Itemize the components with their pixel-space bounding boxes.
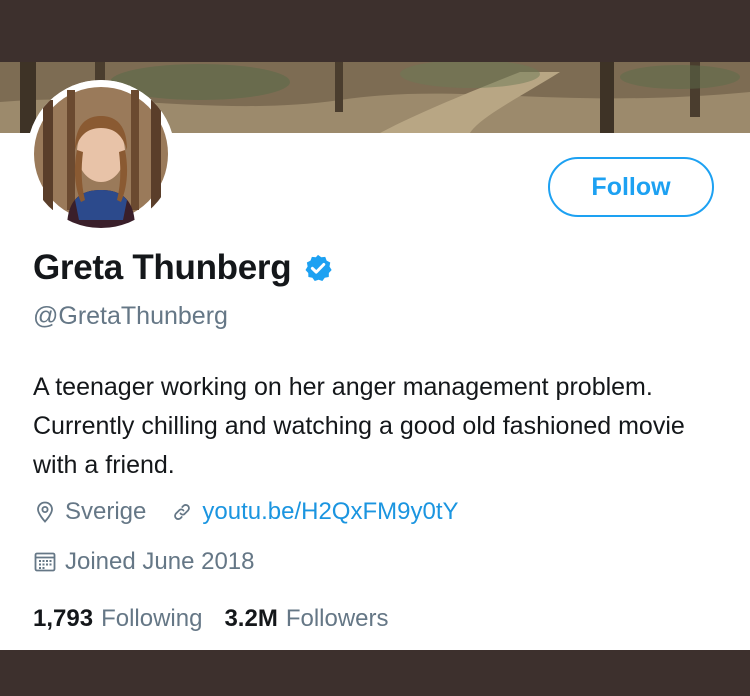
joined-item: Joined June 2018 [33,548,255,576]
followers-stat[interactable]: 3.2M Followers [224,605,388,633]
profile-meta-row: Sverige youtu.be/H2QxFM9y0tY [33,498,459,526]
following-count: 1,793 [33,605,94,632]
location-item: Sverige [33,498,146,526]
following-label: Following [101,605,203,632]
bottom-dark-bar [0,650,750,696]
profile-joined-row: Joined June 2018 [33,548,255,576]
location-pin-icon [37,501,53,523]
website-item[interactable]: youtu.be/H2QxFM9y0tY [170,498,459,526]
location-text: Sverige [65,498,147,525]
profile-bio: A teenager working on her anger manageme… [33,373,685,479]
joined-text: Joined June 2018 [65,548,255,575]
avatar[interactable] [27,80,175,228]
follow-button[interactable]: Follow [548,157,714,217]
follow-button-label: Follow [591,172,671,201]
name-row: Greta Thunberg [33,248,333,288]
following-stat[interactable]: 1,793 Following [33,605,202,633]
followers-label: Followers [285,605,389,632]
avatar-photo [27,80,175,228]
screenshot-frame: Follow Greta Thunberg @GretaThunberg A t… [0,0,750,696]
followers-count: 3.2M [224,605,278,632]
website-link[interactable]: youtu.be/H2QxFM9y0tY [202,498,458,526]
calendar-icon [34,552,56,572]
top-dark-bar [0,0,750,62]
profile-handle: @GretaThunberg [33,302,228,330]
verified-badge-icon [305,254,332,281]
follow-stats: 1,793 Following 3.2M Followers [33,605,389,633]
display-name: Greta Thunberg [33,248,292,287]
link-icon [174,504,191,520]
